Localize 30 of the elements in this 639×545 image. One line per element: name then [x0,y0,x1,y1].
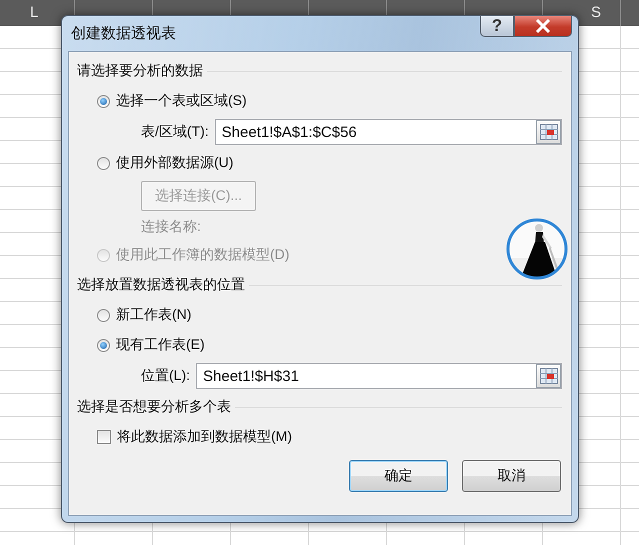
section-heading: 选择是否想要分析多个表 [77,398,231,416]
radio-label[interactable]: 新工作表(N) [116,306,192,324]
close-button[interactable] [514,15,572,37]
column-header[interactable]: L [30,0,38,26]
column-header[interactable]: S [590,0,601,26]
field-label: 表/区域(T): [141,123,209,141]
connection-name-label: 连接名称: [141,218,201,236]
checkbox-label[interactable]: 将此数据添加到数据模型(M) [117,428,292,446]
cancel-button[interactable]: 取消 [462,460,561,492]
radio-label[interactable]: 使用外部数据源(U) [116,154,234,172]
table-grid-icon [540,368,558,384]
radio-button[interactable] [97,338,110,352]
radio-label[interactable]: 选择一个表或区域(S) [116,92,247,110]
radio-button[interactable] [97,156,110,170]
section-heading: 请选择要分析的数据 [77,62,203,80]
table-grid-icon [540,124,558,140]
close-icon [535,19,551,33]
field-label: 位置(L): [141,367,190,385]
section-heading: 选择放置数据透视表的位置 [77,276,245,294]
ok-button[interactable]: 确定 [349,460,448,492]
input-field[interactable]: Sheet1!$H$31 [196,363,562,389]
help-button[interactable]: ? [480,15,514,37]
checkbox[interactable] [97,430,111,444]
window-title: 创建数据透视表 [70,24,176,43]
range-picker-button[interactable] [536,364,561,388]
input-field[interactable]: Sheet1!$A$1:$C$56 [214,119,562,145]
range-picker-button[interactable] [536,120,561,144]
radio-button[interactable] [97,308,110,322]
radio-button[interactable] [97,94,110,108]
radio-label[interactable]: 现有工作表(E) [116,336,205,354]
